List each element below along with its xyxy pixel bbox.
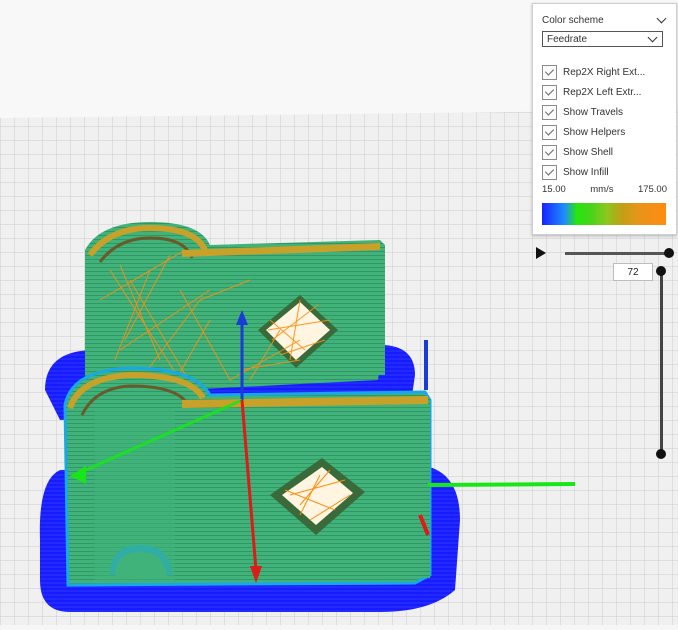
option-label: Rep2X Left Extr... — [563, 86, 642, 98]
option-label: Show Shell — [563, 146, 614, 158]
color-scheme-select[interactable]: Feedrate — [542, 31, 663, 47]
layer-progress-slider-handle[interactable] — [664, 248, 674, 258]
check-icon — [544, 106, 555, 116]
option-left-extruder[interactable]: Rep2X Left Extr... — [542, 83, 667, 101]
layer-slider-track[interactable] — [660, 271, 663, 454]
check-icon — [544, 86, 555, 96]
color-scheme-panel: Color scheme Feedrate Rep2X Right Ext...… — [532, 3, 677, 235]
check-icon — [544, 126, 555, 136]
range-min: 15.00 — [542, 183, 566, 195]
feedrate-gradient-legend — [542, 203, 666, 225]
checkbox-show-helpers[interactable] — [542, 124, 557, 140]
check-icon — [544, 166, 555, 176]
check-icon — [544, 66, 555, 76]
layer-number-field[interactable]: 72 — [613, 263, 653, 281]
checkbox-show-infill[interactable] — [542, 164, 557, 180]
checkbox-show-travels[interactable] — [542, 104, 557, 120]
color-scheme-value: Feedrate — [547, 33, 588, 45]
layer-slider-bottom-handle[interactable] — [656, 449, 666, 459]
layer-progress-slider-track[interactable] — [565, 252, 670, 255]
layer-slider-top-handle[interactable] — [656, 266, 666, 276]
option-right-extruder[interactable]: Rep2X Right Ext... — [542, 63, 667, 81]
option-show-shell[interactable]: Show Shell — [542, 143, 667, 161]
checkbox-right-extruder[interactable] — [542, 64, 557, 80]
option-show-infill[interactable]: Show Infill — [542, 163, 667, 181]
chevron-down-icon — [647, 32, 658, 42]
option-show-travels[interactable]: Show Travels — [542, 103, 667, 121]
chevron-down-icon[interactable] — [656, 13, 667, 23]
checkbox-show-shell[interactable] — [542, 144, 557, 160]
play-icon[interactable] — [536, 247, 546, 259]
option-show-helpers[interactable]: Show Helpers — [542, 123, 667, 141]
range-max: 175.00 — [637, 183, 667, 195]
color-scheme-title: Color scheme — [542, 14, 604, 26]
checkbox-left-extruder[interactable] — [542, 84, 557, 100]
option-label: Show Travels — [563, 106, 624, 118]
color-scheme-header[interactable]: Color scheme — [542, 12, 667, 28]
option-label: Rep2X Right Ext... — [563, 66, 646, 78]
range-unit: mm/s — [590, 183, 614, 195]
check-icon — [544, 146, 555, 156]
feedrate-range: 15.00 mm/s 175.00 — [542, 183, 667, 195]
option-label: Show Infill — [563, 166, 609, 178]
option-label: Show Helpers — [563, 126, 626, 138]
